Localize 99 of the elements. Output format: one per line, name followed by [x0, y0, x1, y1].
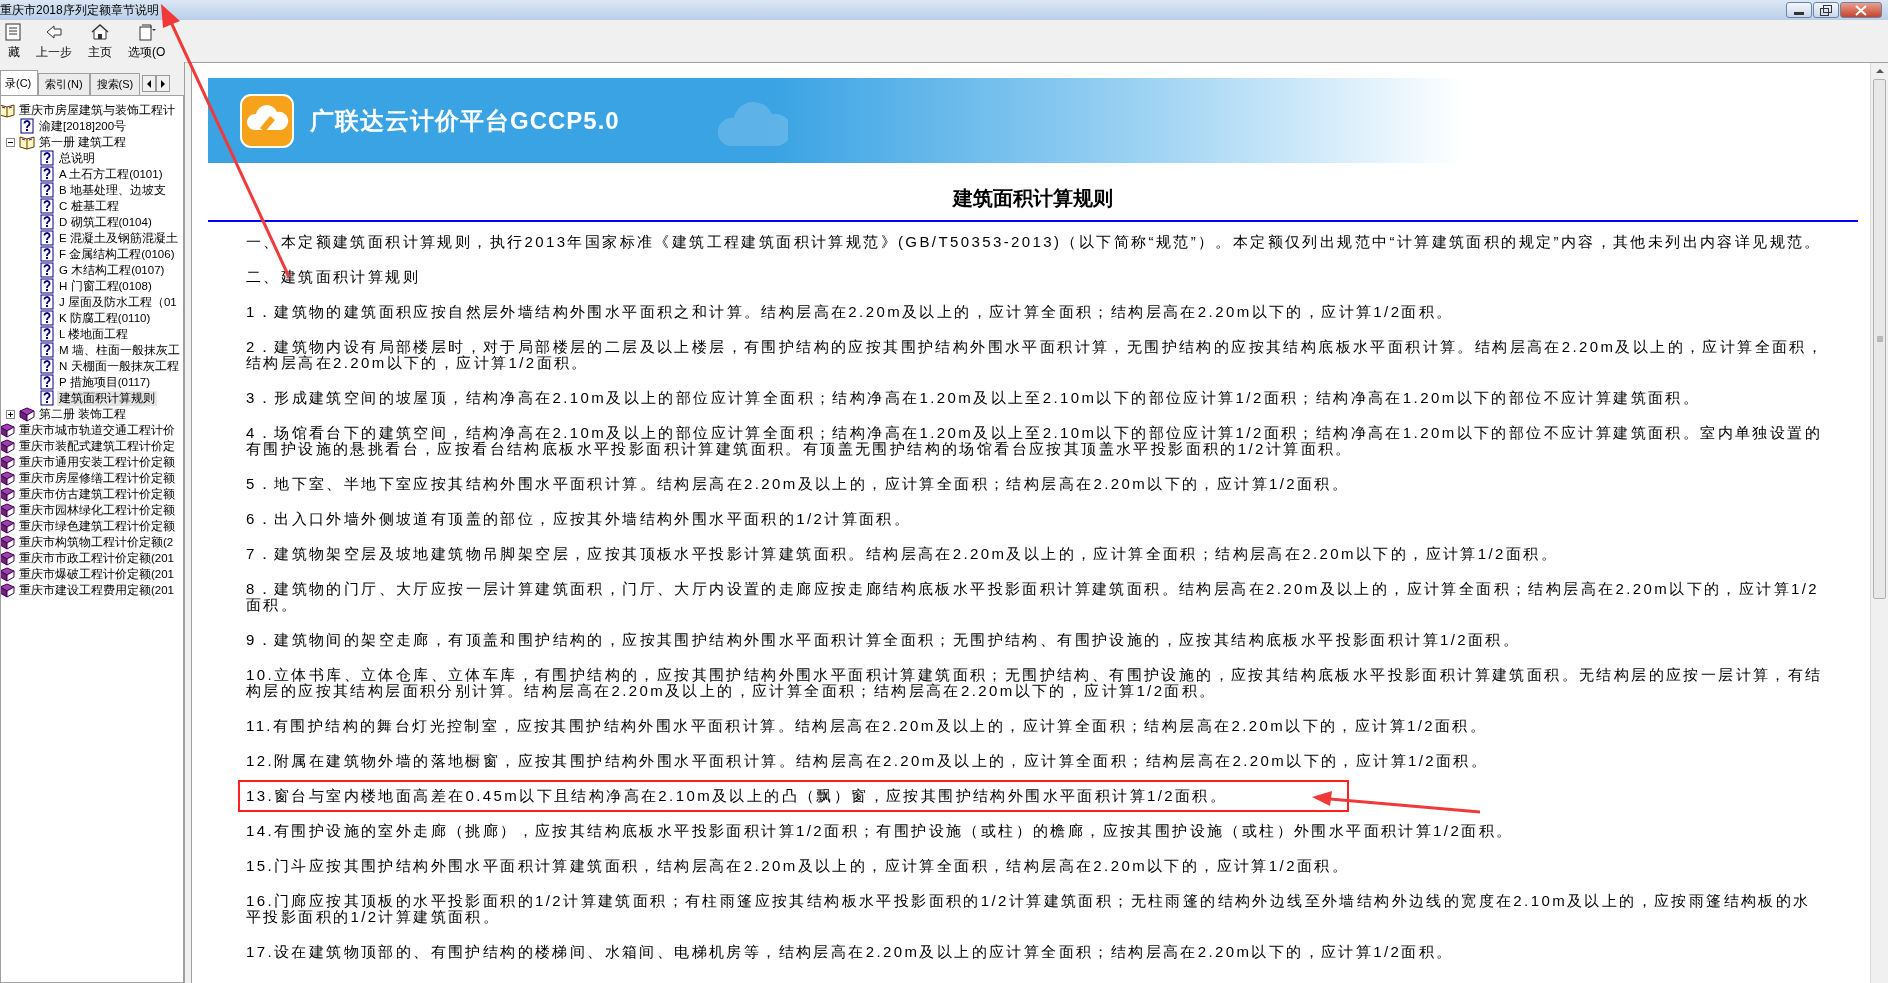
help-page-icon — [39, 374, 55, 390]
tree-item[interactable]: A 土石方工程(0101) — [57, 166, 165, 182]
banner-title: 广联达云计价平台GCCP5.0 — [310, 105, 620, 136]
rule-paragraph: 一、本定额建筑面积计算规则，执行2013年国家标准《建筑工程建筑面积计算规范》(GB/T50353-2013)（以下简称“规范”）。本定额仅列出规范中“计算建筑面积的规定”内容，其他未列出内容详见规范。 — [246, 234, 1823, 250]
help-page-icon — [39, 310, 55, 326]
tree-item[interactable]: E 混凝土及钢筋混凝土 — [57, 230, 180, 246]
help-page-icon — [39, 198, 55, 214]
tree-item[interactable]: 重庆市园林绿化工程计价定额 — [17, 502, 177, 518]
rule-paragraph: 8．建筑物的门厅、大厅应按一层计算建筑面积，门厅、大厅内设置的走廊应按走廊结构底板水平投影面积计算建筑面积。结构层高在2.20m及以上的，应计算全面积；结构层高在2.20m以下的，应计算1/2面积。 — [246, 581, 1820, 613]
tree-item[interactable]: D 砌筑工程(0104) — [57, 214, 154, 230]
scrollbar[interactable] — [1870, 63, 1888, 983]
tree-item[interactable]: 重庆市房屋建筑与装饰工程计 — [17, 102, 177, 118]
tree-item[interactable]: M 墙、柱面一般抹灰工 — [57, 342, 182, 358]
help-page-icon — [39, 294, 55, 310]
tree-item[interactable]: N 天棚面一般抹灰工程 — [57, 358, 181, 374]
rule-paragraph: 5．地下室、半地下室应按其结构外围水平面积计算。结构层高在2.20m及以上的，应计算全面积；结构层高在2.20m以下的，应计算1/2面积。 — [246, 476, 1351, 492]
help-page-icon — [39, 214, 55, 230]
rule-paragraph: 6．出入口外墙外侧坡道有顶盖的部位，应按其外墙结构外围水平面积的1/2计算面积。 — [246, 511, 913, 527]
close-icon — [1855, 4, 1867, 16]
rule-paragraph: 12.附属在建筑物外墙的落地橱窗，应按其围护结构外围水平面积计算。结构层高在2.20m及以上的，应计算全面积；结构层高在2.20m以下的，应计算1/2面积。 — [246, 753, 1490, 769]
help-page-icon — [19, 118, 35, 134]
tree-item[interactable]: 重庆市房屋修缮工程计价定额 — [17, 470, 177, 486]
tree-item[interactable]: H 门窗工程(0108) — [57, 278, 154, 294]
tree-item[interactable]: 渝建[2018]200号 — [37, 118, 129, 134]
tree-item[interactable]: 第一册 建筑工程 — [37, 134, 129, 150]
rule-paragraph: 3．形成建筑空间的坡屋顶，结构净高在2.10m及以上的部位应计算全面积；结构净高在1.20m及以上至2.10m以下的部位应计算1/2面积；结构净高在1.20m以下的部位不应计算建筑面积。 — [246, 390, 1702, 406]
tree-item[interactable]: 重庆市城市轨道交通工程计价 — [17, 422, 177, 438]
help-page-icon — [39, 246, 55, 262]
document-icon — [4, 21, 24, 42]
document-title: 建筑面积计算规则 — [951, 186, 1114, 211]
help-page-icon — [39, 326, 55, 342]
tab[interactable]: 录(C) — [0, 70, 39, 95]
tree-item[interactable]: L 楼地面工程 — [57, 326, 131, 342]
help-page-icon — [39, 342, 55, 358]
rule-paragraph: 2．建筑物内设有局部楼层时，对于局部楼层的二层及以上楼层，有围护结构的应按其围护结构外围水平面积计算，无围护结构的应按其结构底板水平面积计算。结构层高在2.20m及以上的，应计算全面积，结构层高在2.20m以下的，应计算1/2面积。 — [246, 339, 1826, 371]
help-page-icon — [39, 182, 55, 198]
help-page-icon — [39, 390, 55, 406]
tree-item[interactable]: 重庆市爆破工程计价定额(201 — [17, 566, 177, 582]
scroll-up-icon[interactable] — [1874, 67, 1885, 75]
toolbar-button[interactable]: 上一步 — [28, 20, 80, 62]
tree-item[interactable]: 重庆市仿古建筑工程计价定额 — [17, 486, 177, 502]
help-page-icon — [39, 166, 55, 182]
window-title: 重庆市2018序列定额章节说明 — [0, 1, 159, 19]
clipboard-icon — [136, 21, 157, 42]
tree-item[interactable]: J 屋面及防水工程（01 — [57, 294, 179, 310]
expander-toggle[interactable] — [6, 137, 15, 147]
expander-toggle[interactable] — [6, 409, 15, 419]
tree-item[interactable]: 重庆市建设工程费用定额(201 — [17, 582, 177, 598]
rule-paragraph: 16.门廊应按其顶板的水平投影面积的1/2计算建筑面积；有柱雨篷应按其结构板水平投影面积的1/2计算建筑面积；无柱雨篷的结构外边线至外墙结构外边线的宽度在2.10m及以上的，应按雨篷结构板的水平投影面积的1/2计算建筑面积。 — [246, 893, 1812, 925]
left-triangle-icon — [145, 78, 154, 89]
toolbar-button[interactable]: 藏 — [0, 20, 28, 62]
help-page-icon — [39, 230, 55, 246]
rule-paragraph: 7．建筑物架空层及坡地建筑物吊脚架空层，应按其顶板水平投影计算建筑面积。结构层高在2.20m及以上的，应计算全面积；结构层高在2.20m以下的，应计算1/2面积。 — [246, 546, 1559, 562]
help-page-icon — [39, 262, 55, 278]
rule-paragraph: 17.设在建筑物顶部的、有围护结构的楼梯间、水箱间、电梯机房等，结构层高在2.20m及以上的应计算全面积；结构层高在2.20m以下的，应计算1/2面积。 — [246, 944, 1455, 960]
help-page-icon — [39, 358, 55, 374]
close-button[interactable] — [1840, 2, 1882, 18]
tab[interactable]: 搜索(S) — [89, 73, 141, 95]
tree-item[interactable]: 重庆市装配式建筑工程计价定 — [17, 438, 177, 454]
tree-item[interactable]: 重庆市通用安装工程计价定额 — [17, 454, 177, 470]
open-book-icon — [19, 134, 35, 150]
toolbar-button[interactable]: 选项(O — [120, 20, 174, 62]
rule-paragraph: 4．场馆看台下的建筑空间，结构净高在2.10m及以上的部位应计算全面积；结构净高在1.20m及以上至2.10m以下的部位应计算1/2面积；结构净高在1.20m以下的部位不应计算建筑面积。室内单独设置的有围护设施的悬挑看台，应按看台结构底板水平投影面积计算建筑面积。有顶盖无围护结构的场馆看台应按其顶盖水平投影面积的1/2计算面积。 — [246, 425, 1823, 457]
tree-item[interactable]: 第二册 装饰工程 — [37, 406, 129, 422]
closed-book-icon — [19, 406, 35, 422]
rule-paragraph: 14.有围护设施的室外走廊（挑廊），应按其结构底板水平投影面积计算1/2面积；有围护设施（或柱）的檐廊，应按其围护设施（或柱）外围水平面积计算1/2面积。 — [246, 823, 1515, 839]
tree-item[interactable]: K 防腐工程(0110) — [57, 310, 153, 326]
right-triangle-icon — [159, 78, 168, 89]
tree-item[interactable]: 重庆市市政工程计价定额(201 — [17, 550, 177, 566]
scroll-left-button[interactable] — [142, 75, 157, 92]
tree-item[interactable]: 重庆市构筑物工程计价定额(2 — [17, 534, 176, 550]
help-page-icon — [39, 150, 55, 166]
help-page-icon — [39, 278, 55, 294]
home-icon — [90, 21, 110, 42]
minimize-icon — [1794, 11, 1804, 15]
tree-item[interactable]: B 地基处理、边坡支 — [57, 182, 168, 198]
rule-paragraph: 1．建筑物的建筑面积应按自然层外墙结构外围水平面积之和计算。结构层高在2.20m及以上的，应计算全面积；结构层高在2.20m以下的，应计算1/2面积。 — [246, 304, 1455, 320]
rule-paragraph: 15.门斗应按其围护结构外围水平面积计算建筑面积，结构层高在2.20m及以上的，应计算全面积，结构层高在2.20m以下的，应计算1/2面积。 — [246, 858, 1351, 874]
rule-paragraph: 11.有围护结构的舞台灯光控制室，应按其围护结构外围水平面积计算。结构层高在2.20m及以上的，应计算全面积；结构层高在2.20m以下的，应计算1/2面积。 — [246, 718, 1489, 734]
tree-item[interactable]: G 木结构工程(0107) — [57, 262, 167, 278]
restore-icon — [1820, 4, 1832, 16]
tree-item[interactable]: 重庆市绿色建筑工程计价定额 — [17, 518, 177, 534]
tree-item[interactable]: 建筑面积计算规则 — [57, 390, 157, 406]
cloud-logo-icon — [240, 93, 294, 148]
toolbar-button[interactable]: 主页 — [80, 20, 120, 62]
minimize-button[interactable] — [1786, 2, 1812, 18]
rule-paragraph: 10.立体书库、立体仓库、立体车库，有围护结构的，应按其围护结构外围水平面积计算建筑面积；无围护结构、有围护设施的，应按其结构底板水平投影面积计算建筑面积。无结构层的应按一层计算，有结构层的应按其结构层面积分别计算。结构层高在2.20m及以上的，应计算全面积；结构层高在2.20m以下的，应计算1/2面积。 — [246, 667, 1824, 699]
grip-icon — [1874, 336, 1885, 342]
restore-button[interactable] — [1813, 2, 1839, 18]
rule-paragraph: 二、建筑面积计算规则 — [246, 269, 421, 285]
tab[interactable]: 索引(N) — [38, 73, 90, 95]
scroll-thumb[interactable] — [1873, 79, 1886, 599]
scroll-right-button[interactable] — [156, 75, 171, 92]
tree-item[interactable]: F 金属结构工程(0106) — [57, 246, 177, 262]
tree-item[interactable]: 总说明 — [57, 150, 97, 166]
tree-item[interactable]: P 措施项目(0117) — [57, 374, 153, 390]
tree-item[interactable]: C 桩基工程 — [57, 198, 121, 214]
rule-paragraph: 9．建筑物间的架空走廊，有顶盖和围护结构的，应按其围护结构外围水平面积计算全面积；无围护结构、有围护设施的，应按其结构底板水平投影面积计算1/2面积。 — [246, 632, 1522, 648]
rule-paragraph: 13.窗台与室内楼地面高差在0.45m以下且结构净高在2.10m及以上的凸（飘）窗，应按其围护结构外围水平面积计算1/2面积。 — [238, 780, 1350, 812]
